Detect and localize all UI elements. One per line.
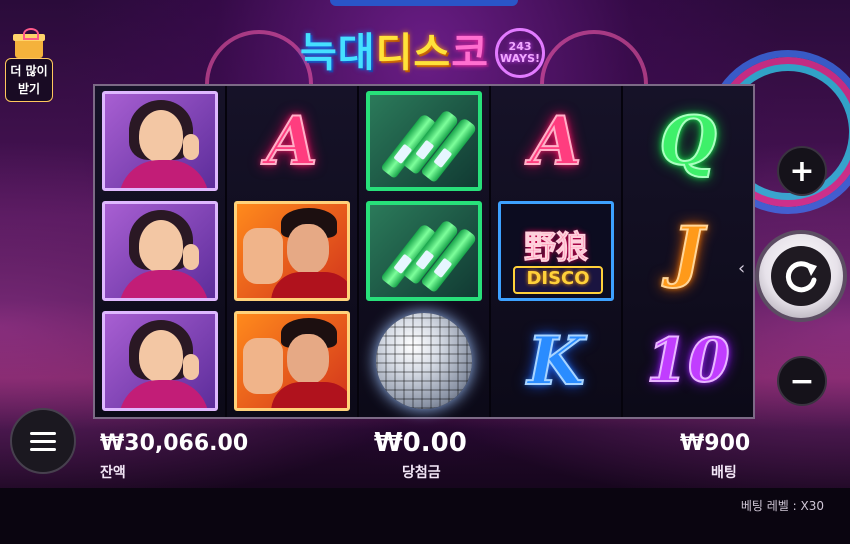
symbol-a: A <box>227 86 357 196</box>
bet-increase-button[interactable]: + <box>777 146 827 196</box>
logo-text-3: 코 <box>451 30 490 76</box>
spin-arrow-icon <box>785 261 817 293</box>
letter-a: A <box>529 102 582 180</box>
symbol-woman <box>95 306 225 416</box>
balance-label: 잔액 <box>100 465 126 481</box>
man-symbol-icon <box>234 311 350 411</box>
win-label: 당첨금 <box>402 465 441 481</box>
bet-value: ₩900 <box>680 431 751 456</box>
symbol-man <box>227 306 357 416</box>
balance-value: ₩30,066.00 <box>100 431 249 456</box>
symbol-q: Q <box>623 86 753 196</box>
letter-k: K <box>526 322 585 400</box>
letter-a: A <box>265 102 318 180</box>
menu-button[interactable] <box>10 408 76 474</box>
symbol-disco-ball <box>359 306 489 416</box>
symbol-woman <box>95 196 225 306</box>
bet-decrease-button[interactable]: − <box>777 356 827 406</box>
more-rewards-button[interactable]: 더 많이 받기 <box>5 28 53 106</box>
disco-ball-icon <box>376 313 472 409</box>
gift-icon <box>9 28 49 58</box>
woman-symbol-icon <box>102 201 218 301</box>
number-10: 10 <box>645 326 730 396</box>
logo-text-2: 디스 <box>375 30 452 76</box>
reel-grid: A A 野狼 DISCO K Q J 10 <box>93 84 755 419</box>
soju-bottles-icon <box>366 201 482 301</box>
man-symbol-icon <box>234 201 350 301</box>
woman-symbol-icon <box>102 311 218 411</box>
collapse-caret-icon[interactable]: ‹ <box>738 258 745 279</box>
symbol-k: K <box>491 306 621 416</box>
woman-symbol-icon <box>102 91 218 191</box>
symbol-man <box>227 196 357 306</box>
symbol-10: 10 <box>623 306 753 416</box>
wild-disco-text: DISCO <box>513 266 603 294</box>
minus-icon: − <box>789 363 815 399</box>
bottom-status-bar <box>0 488 850 544</box>
bet-level-text: 베팅 레벨 : X30 <box>740 499 824 513</box>
hamburger-icon <box>30 427 56 456</box>
symbol-woman <box>95 86 225 196</box>
ways-badge: 243 WAYS! <box>495 28 546 78</box>
wild-chinese-text: 野狼 <box>523 228 588 267</box>
more-rewards-label: 더 많이 받기 <box>5 58 53 102</box>
game-logo: 늑대 디스 코 243 WAYS! <box>300 26 546 80</box>
ways-label: WAYS! <box>500 52 541 65</box>
reel-2: A <box>227 86 357 417</box>
wild-disco-icon: 野狼 DISCO <box>498 201 614 301</box>
logo-text-1: 늑대 <box>300 30 376 76</box>
top-drag-handle[interactable] <box>330 0 518 6</box>
bet-label: 배팅 <box>711 465 737 481</box>
reel-5: Q J 10 <box>623 86 753 417</box>
reel-1 <box>95 86 225 417</box>
letter-q: Q <box>658 102 717 180</box>
win-value: ₩0.00 <box>374 428 467 458</box>
plus-icon: + <box>789 153 815 189</box>
soju-bottles-icon <box>366 91 482 191</box>
symbol-a: A <box>491 86 621 196</box>
symbol-wild: 野狼 DISCO <box>491 196 621 306</box>
symbol-bottles <box>359 86 489 196</box>
symbol-j: J <box>623 196 753 306</box>
spin-button[interactable] <box>755 230 847 322</box>
symbol-bottles <box>359 196 489 306</box>
letter-j: J <box>671 212 704 290</box>
reel-3 <box>359 86 489 417</box>
reel-4: A 野狼 DISCO K <box>491 86 621 417</box>
